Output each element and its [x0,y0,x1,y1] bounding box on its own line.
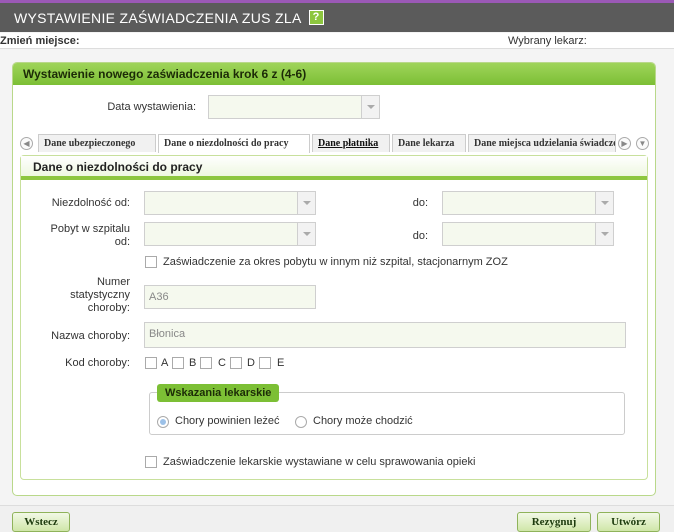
tab-scroll-right-icon[interactable]: ▶ [618,137,631,150]
back-button[interactable]: Wstecz [12,512,70,532]
top-info-bar: Zmień miejsce: Wybrany lekarz: [0,33,674,49]
chevron-down-icon[interactable] [595,192,613,214]
wizard-panel-title: Wystawienie nowego zaświadczenia krok 6 … [13,63,655,85]
code-a-checkbox[interactable] [145,357,157,369]
window-titlebar: WYSTAWIENIE ZAŚWIADCZENIA ZUS ZLA ? [0,0,674,32]
code-c-checkbox[interactable] [200,357,212,369]
incapacity-section-title: Dane o niezdolności do pracy [21,156,647,180]
disease-code-label: Kod choroby: [65,357,130,369]
tab-bar: ◀ Dane ubezpieczonego Dane o niezdolnośc… [20,134,654,153]
code-a-label: A [161,357,169,369]
cancel-button[interactable]: Rezygnuj [517,512,591,532]
tab-doctor-data[interactable]: Dane lekarza [392,134,466,152]
window-title: WYSTAWIENIE ZAŚWIADCZENIA ZUS ZLA [14,9,302,26]
radio-walking-label: Chory może chodzić [313,415,413,427]
radio-lying-label: Chory powinien leżeć [175,415,280,427]
incapacity-from-field[interactable] [144,191,316,215]
code-d-label: D [247,357,255,369]
tab-incapacity-data[interactable]: Dane o niezdolności do pracy [158,134,310,153]
code-b-label: B [189,357,197,369]
change-place-label[interactable]: Zmień miejsce: [0,35,79,47]
chevron-down-icon[interactable] [297,223,315,245]
care-checkbox[interactable] [145,456,157,468]
radio-lying[interactable] [157,416,169,428]
other-facility-checkbox[interactable] [145,256,157,268]
incapacity-to-label: do: [412,197,428,209]
hospital-from-field[interactable] [144,222,316,246]
radio-walking[interactable] [295,416,307,428]
tab-place-data[interactable]: Dane miejsca udzielania świadczeń [468,134,616,152]
hospital-to-field[interactable] [442,222,614,246]
code-e-checkbox[interactable] [259,357,271,369]
stat-number-label: Numer statystyczny choroby: [70,276,130,314]
chevron-down-icon[interactable] [361,96,379,118]
tab-scroll-left-icon[interactable]: ◀ [20,137,33,150]
other-facility-label: Zaświadczenie za okres pobytu w innym ni… [163,256,508,268]
tab-list-chevron-down-icon[interactable]: ▼ [636,137,649,150]
chevron-down-icon[interactable] [595,223,613,245]
chosen-doctor-label: Wybrany lekarz: [508,35,587,47]
disease-name-field[interactable]: Błonica [144,322,626,348]
stat-number-value: A36 [149,291,169,303]
code-d-checkbox[interactable] [230,357,242,369]
chevron-down-icon[interactable] [297,192,315,214]
create-button[interactable]: Utwórz [597,512,660,532]
code-e-label: E [277,357,285,369]
stat-number-field[interactable]: A36 [144,285,316,309]
issue-date-field[interactable] [208,95,380,119]
hospital-to-label: do: [412,230,428,242]
disease-name-label: Nazwa choroby: [51,330,130,342]
tab-payer-data[interactable]: Dane płatnika [312,134,390,152]
code-c-label: C [218,357,226,369]
care-label: Zaświadczenie lekarskie wystawiane w cel… [163,456,476,468]
disease-name-value: Błonica [149,328,186,340]
indications-title: Wskazania lekarskie [157,384,280,402]
hospital-from-label: Pobyt w szpitalu od: [50,223,130,248]
code-b-checkbox[interactable] [172,357,184,369]
issue-date-label: Data wystawienia: [107,101,196,113]
tab-insured-data[interactable]: Dane ubezpieczonego [38,134,156,152]
incapacity-to-field[interactable] [442,191,614,215]
help-icon[interactable]: ? [308,10,324,25]
incapacity-from-label: Niezdolność od: [51,197,130,209]
